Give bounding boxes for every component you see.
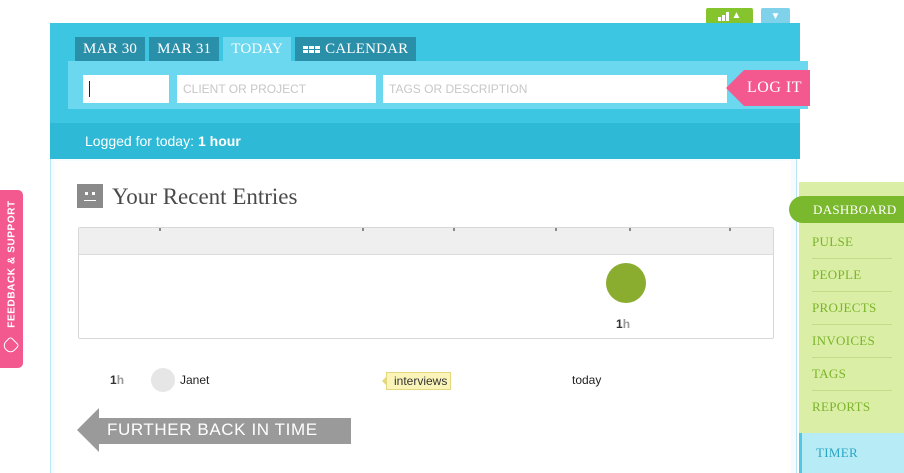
calendar-icon [303,45,321,53]
time-input[interactable] [83,75,169,103]
date-tabs: MAR 30 MAR 31 TODAY CALENDAR [75,37,417,61]
entry-duration: 1h [110,373,125,387]
page-title: Your Recent Entries [112,184,298,209]
sidebar-item-reports[interactable]: REPORTS [812,391,892,423]
entry-bubble[interactable] [606,263,646,303]
recent-entries-card: Your Recent Entries 1h 1h Janet intervie… [55,161,791,473]
stats-toggle-button[interactable]: ▲ [706,8,753,24]
avatar [151,368,175,392]
bubble-label: 1h [616,317,631,331]
logged-today-bar: Logged for today: 1 hour [50,123,800,159]
sidebar-item-invoices[interactable]: INVOICES [812,325,892,358]
tags-description-input[interactable]: TAGS OR DESCRIPTION [383,75,727,103]
tab-mar-30[interactable]: MAR 30 [75,37,146,61]
heart-icon [1,336,20,355]
feedback-support-tab[interactable]: FEEDBACK & SUPPORT [0,190,23,368]
entry-tag[interactable]: interviews [381,372,452,390]
timeline-header [79,228,773,255]
time-entry-header: MAR 30 MAR 31 TODAY CALENDAR CLIENT OR P… [50,23,808,159]
face-icon [77,184,103,208]
sidebar-item-tags[interactable]: TAGS [812,358,892,391]
logged-label: Logged for today: [85,133,194,149]
sidebar-item-dashboard[interactable]: DASHBOARD [789,196,904,223]
bar-chart-icon [717,11,729,21]
recent-entries-timeline: 1h [78,227,774,339]
list-item[interactable]: 1h Janet interviews today [55,365,791,395]
client-project-input[interactable]: CLIENT OR PROJECT [177,75,376,103]
sidebar-item-projects[interactable]: PROJECTS [812,292,892,325]
tab-calendar[interactable]: CALENDAR [295,37,417,61]
entry-form: CLIENT OR PROJECT TAGS OR DESCRIPTION [68,61,808,109]
sidebar-item-pulse[interactable]: PULSE [812,226,892,259]
logged-value: 1 hour [197,133,241,149]
further-back-button[interactable]: FURTHER BACK IN TIME [77,408,351,452]
chevron-down-icon: ▼ [770,10,781,22]
collapse-button[interactable]: ▼ [761,8,790,24]
sidebar-item-people[interactable]: PEOPLE [812,259,892,292]
entry-date: today [572,373,602,387]
sidebar-nav: DASHBOARD PULSE PEOPLE PROJECTS INVOICES… [789,182,904,433]
tab-today[interactable]: TODAY [223,37,292,61]
log-it-button[interactable]: LOG IT [726,70,844,106]
entry-user: Janet [180,373,210,387]
main-panel: Your Recent Entries 1h 1h Janet intervie… [50,159,797,473]
tab-mar-31[interactable]: MAR 31 [149,37,220,61]
chevron-up-icon: ▲ [731,10,742,21]
sidebar-item-timer[interactable]: TIMER [799,433,904,473]
text-cursor [89,81,90,97]
